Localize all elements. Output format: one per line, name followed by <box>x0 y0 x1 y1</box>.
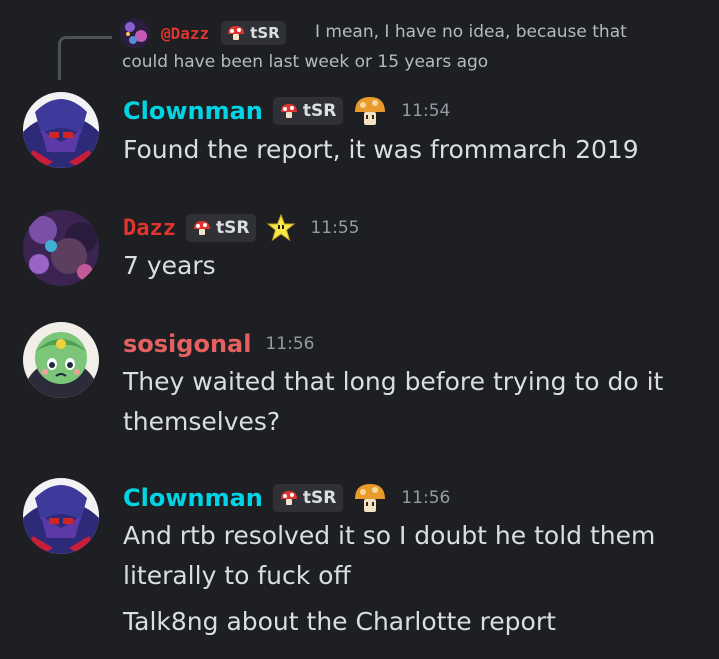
message-text[interactable]: 7 years <box>123 246 216 286</box>
followup-message-text[interactable]: Talk8ng about the Charlotte report <box>123 602 556 642</box>
server-tag: tSR <box>185 214 257 242</box>
username[interactable]: sosigonal <box>123 330 251 358</box>
reply-connector <box>58 36 112 80</box>
mushroom-icon <box>280 104 297 118</box>
timestamp: 11:54 <box>401 101 451 121</box>
message-header: Dazz tSR 11:55 <box>123 212 359 244</box>
message-text-line[interactable]: They waited that long before trying to d… <box>123 362 663 402</box>
tag-label: tSR <box>215 218 250 238</box>
avatar-clownman[interactable] <box>23 478 99 554</box>
avatar-sosigonal[interactable] <box>23 322 99 398</box>
message-text-line[interactable]: themselves? <box>123 402 280 442</box>
mushroom-icon <box>193 221 210 235</box>
message-text-line[interactable]: literally to fuck off <box>123 556 351 596</box>
message-header: Clownman tSR 11:56 <box>123 482 450 514</box>
reply-text[interactable]: I mean, I have no idea, because that cou… <box>122 17 662 77</box>
message-text-line[interactable]: And rtb resolved it so I doubt he told t… <box>123 516 655 556</box>
message-text[interactable]: Found the report, it was frommarch 2019 <box>123 130 639 170</box>
message-header: sosigonal 11:56 <box>123 328 314 360</box>
timestamp: 11:56 <box>401 488 451 508</box>
mushroom-emblem-icon <box>355 484 386 512</box>
server-tag: tSR <box>272 484 344 512</box>
timestamp: 11:56 <box>265 334 315 354</box>
username[interactable]: Dazz <box>123 216 176 241</box>
username[interactable]: Clownman <box>123 484 263 512</box>
mushroom-emblem-icon <box>355 97 386 125</box>
mushroom-icon <box>280 491 297 505</box>
tag-label: tSR <box>302 488 337 508</box>
avatar-clownman[interactable] <box>23 92 99 168</box>
server-tag: tSR <box>272 97 344 125</box>
avatar-dazz[interactable] <box>23 210 99 286</box>
star-icon <box>267 213 296 242</box>
message-header: Clownman tSR 11:54 <box>123 95 450 127</box>
timestamp: 11:55 <box>310 218 360 238</box>
tag-label: tSR <box>302 101 337 121</box>
username[interactable]: Clownman <box>123 97 263 125</box>
